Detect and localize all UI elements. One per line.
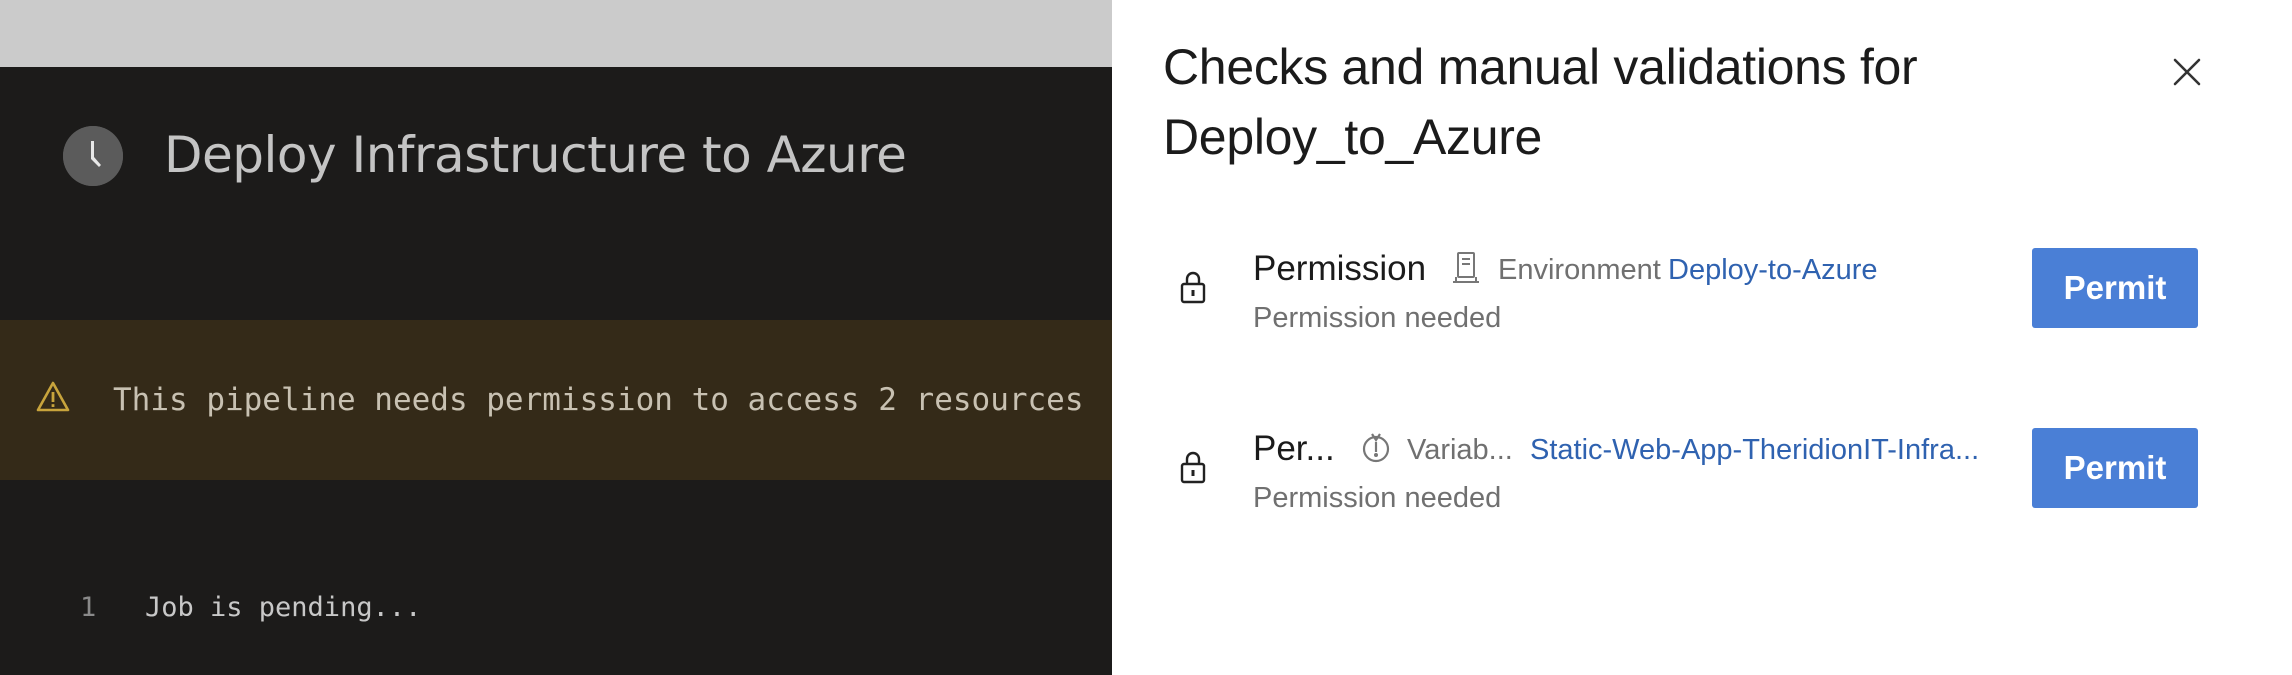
- check-status: Permission needed: [1253, 302, 1502, 334]
- resource-type: Environment: [1498, 254, 1661, 286]
- resource-link[interactable]: Deploy-to-Azure: [1668, 250, 1878, 290]
- check-row: Permission Environment Deploy-to-Azure P…: [1112, 240, 2292, 350]
- lock-icon: [1178, 270, 1208, 306]
- job-title: Deploy Infrastructure to Azure: [164, 126, 907, 184]
- variable-group-icon: [1360, 430, 1392, 466]
- check-name: Permission: [1253, 249, 1427, 288]
- permit-button[interactable]: Permit: [2032, 248, 2198, 328]
- permission-warning-banner: This pipeline needs permission to access…: [0, 320, 1112, 480]
- app-root: Deploy Infrastructure to Azure This pipe…: [0, 0, 2292, 675]
- log-line-text: Job is pending...: [145, 592, 422, 623]
- close-button[interactable]: [2167, 52, 2207, 92]
- panel-title: Checks and manual validations for Deploy…: [1163, 32, 2063, 172]
- warning-icon: [36, 380, 70, 414]
- lock-icon: [1178, 450, 1208, 486]
- top-bar: [0, 0, 1112, 67]
- resource-type: Variab...: [1407, 434, 1513, 466]
- checks-panel: Checks and manual validations for Deploy…: [1112, 0, 2292, 675]
- check-status: Permission needed: [1253, 482, 1502, 514]
- environment-icon: [1450, 250, 1482, 286]
- panel-title-line1: Checks and manual validations for: [1163, 39, 1918, 95]
- clock-icon: [63, 126, 123, 186]
- close-icon: [2173, 58, 2201, 86]
- warning-text: This pipeline needs permission to access…: [113, 382, 1084, 418]
- resource-link[interactable]: Static-Web-App-TheridionIT-Infra...: [1530, 430, 1979, 470]
- permit-button[interactable]: Permit: [2032, 428, 2198, 508]
- panel-title-line2: Deploy_to_Azure: [1163, 109, 1543, 165]
- log-line-number: 1: [80, 592, 97, 623]
- check-name: Per...: [1253, 429, 1335, 468]
- check-row: Per... Variab... Static-Web-App-Theridio…: [1112, 420, 2292, 530]
